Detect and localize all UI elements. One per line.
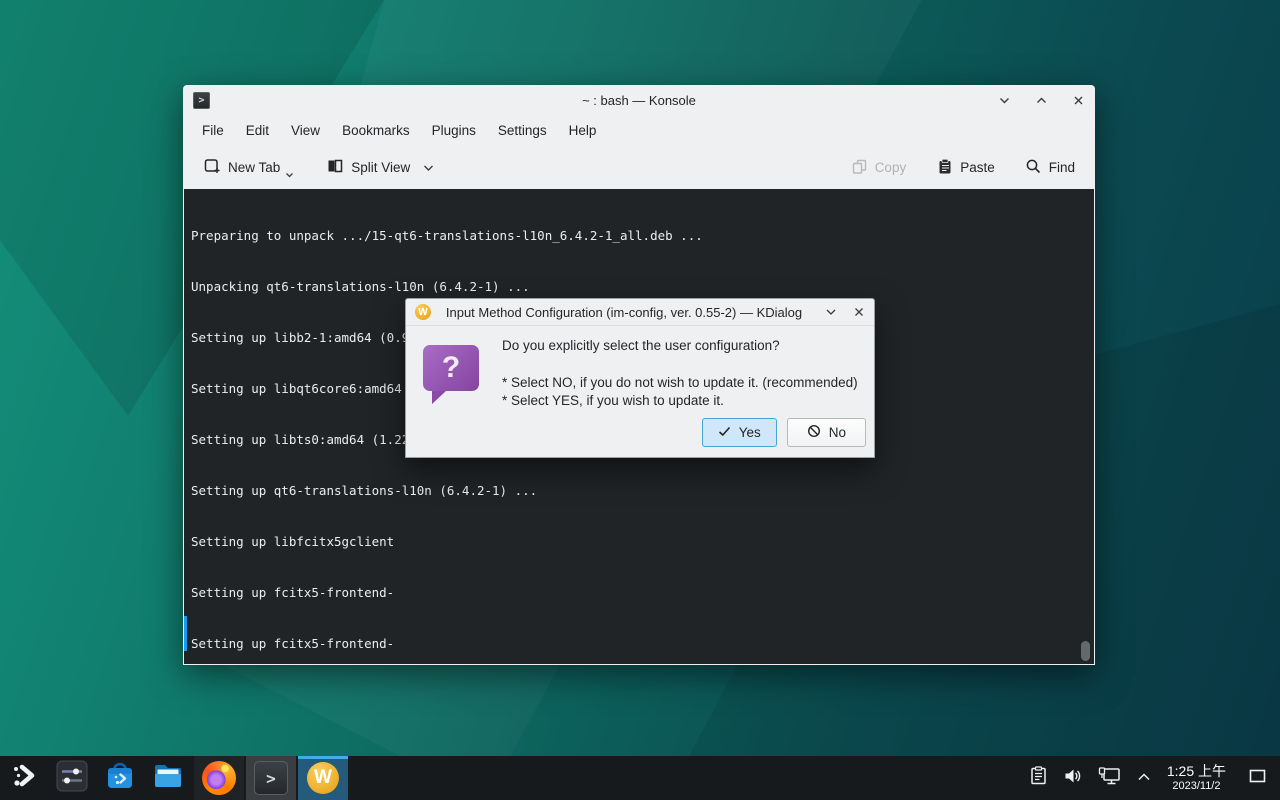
yes-button[interactable]: Yes <box>702 418 777 447</box>
dialog-titlebar[interactable]: W Input Method Configuration (im-config,… <box>406 299 874 326</box>
digital-clock[interactable]: 1:25 上午 2023/11/2 <box>1167 763 1226 793</box>
new-output-indicator <box>184 616 187 651</box>
clock-date: 2023/11/2 <box>1167 780 1226 793</box>
taskbar-kdialog-button[interactable]: W <box>298 756 348 800</box>
system-settings-button[interactable] <box>48 756 96 800</box>
window-titlebar[interactable]: > ~ : bash — Konsole <box>183 85 1095 115</box>
cancel-circle-icon <box>807 424 821 441</box>
terminal-line: Setting up fcitx5-frontend- <box>191 584 1094 601</box>
split-view-label: Split View <box>351 160 410 175</box>
terminal-line: Preparing to unpack .../15-qt6-translati… <box>191 227 1094 244</box>
dialog-option-no-text: * Select NO, if you do not wish to updat… <box>502 375 858 390</box>
toolbar: New Tab Split View Copy Paste Find <box>183 146 1095 189</box>
dialog-minimize-button[interactable] <box>825 306 837 318</box>
system-settings-icon <box>55 759 89 798</box>
paste-icon <box>936 158 953 178</box>
konsole-icon: > <box>254 761 288 795</box>
yes-label: Yes <box>739 425 761 440</box>
tray-expander-chevron-icon[interactable] <box>1137 769 1151 787</box>
discover-button[interactable] <box>96 756 144 800</box>
menu-help[interactable]: Help <box>558 119 608 142</box>
firefox-icon <box>202 761 236 795</box>
no-button[interactable]: No <box>787 418 866 447</box>
app-launcher-button[interactable] <box>0 756 48 800</box>
network-tray-icon[interactable] <box>1098 766 1122 791</box>
menu-bookmarks[interactable]: Bookmarks <box>331 119 421 142</box>
new-tab-button[interactable]: New Tab <box>195 151 304 184</box>
maximize-button[interactable] <box>1035 94 1048 107</box>
new-tab-icon <box>203 157 221 178</box>
terminal-line: Setting up fcitx5-frontend- <box>191 635 1094 652</box>
minimize-button[interactable] <box>998 94 1011 107</box>
app-launcher-icon <box>10 762 38 795</box>
system-tray <box>1029 766 1157 791</box>
split-view-icon <box>326 157 344 178</box>
clipboard-tray-icon[interactable] <box>1029 766 1048 790</box>
no-label: No <box>829 425 846 440</box>
discover-icon <box>103 759 137 798</box>
terminal-line: Setting up libfcitx5gclient <box>191 533 1094 550</box>
paste-label: Paste <box>960 160 995 175</box>
clock-time: 1:25 上午 <box>1167 763 1226 780</box>
kdialog-window: W Input Method Configuration (im-config,… <box>405 298 875 458</box>
new-tab-label: New Tab <box>228 160 280 175</box>
folder-icon <box>151 759 185 798</box>
check-icon <box>718 425 731 440</box>
dialog-body: ? Do you explicitly select the user conf… <box>406 326 874 457</box>
dialog-option-yes-text: * Select YES, if you wish to update it. <box>502 393 724 408</box>
show-desktop-icon <box>1249 769 1266 788</box>
close-button[interactable] <box>1072 94 1085 107</box>
split-view-chevron-icon[interactable] <box>423 160 434 175</box>
menu-file[interactable]: File <box>191 119 235 142</box>
kdialog-icon: W <box>307 762 339 794</box>
dialog-title: Input Method Configuration (im-config, v… <box>432 305 816 320</box>
window-title: ~ : bash — Konsole <box>183 93 1095 108</box>
taskbar-firefox-button[interactable] <box>194 756 244 800</box>
split-view-button[interactable]: Split View <box>318 151 442 184</box>
copy-label: Copy <box>875 160 907 175</box>
question-bubble-icon: ? <box>423 345 479 391</box>
terminal-scrollbar[interactable] <box>1081 641 1090 661</box>
menu-view[interactable]: View <box>280 119 331 142</box>
file-manager-button[interactable] <box>144 756 192 800</box>
terminal-line: Setting up qt6-translations-l10n (6.4.2-… <box>191 482 1094 499</box>
menu-plugins[interactable]: Plugins <box>421 119 487 142</box>
menu-settings[interactable]: Settings <box>487 119 558 142</box>
terminal-line: Unpacking qt6-translations-l10n (6.4.2-1… <box>191 278 1094 295</box>
copy-button: Copy <box>843 152 915 184</box>
desktop: { "window": { "title": "~ : bash — Konso… <box>0 0 1280 800</box>
volume-tray-icon[interactable] <box>1063 766 1083 791</box>
taskbar: > W 1:25 上午 2023/11/2 <box>0 756 1280 800</box>
paste-button[interactable]: Paste <box>928 152 1003 184</box>
find-label: Find <box>1049 160 1075 175</box>
dialog-question: Do you explicitly select the user config… <box>502 338 780 353</box>
find-icon <box>1025 158 1042 178</box>
menu-edit[interactable]: Edit <box>235 119 280 142</box>
dialog-close-button[interactable] <box>853 306 865 318</box>
kdialog-icon: W <box>415 304 431 320</box>
menubar: File Edit View Bookmarks Plugins Setting… <box>183 115 1095 146</box>
find-button[interactable]: Find <box>1017 152 1083 184</box>
new-tab-chevron-icon[interactable] <box>285 167 294 182</box>
taskbar-konsole-button[interactable]: > <box>246 756 296 800</box>
copy-icon <box>851 158 868 178</box>
show-desktop-button[interactable] <box>1242 756 1272 800</box>
